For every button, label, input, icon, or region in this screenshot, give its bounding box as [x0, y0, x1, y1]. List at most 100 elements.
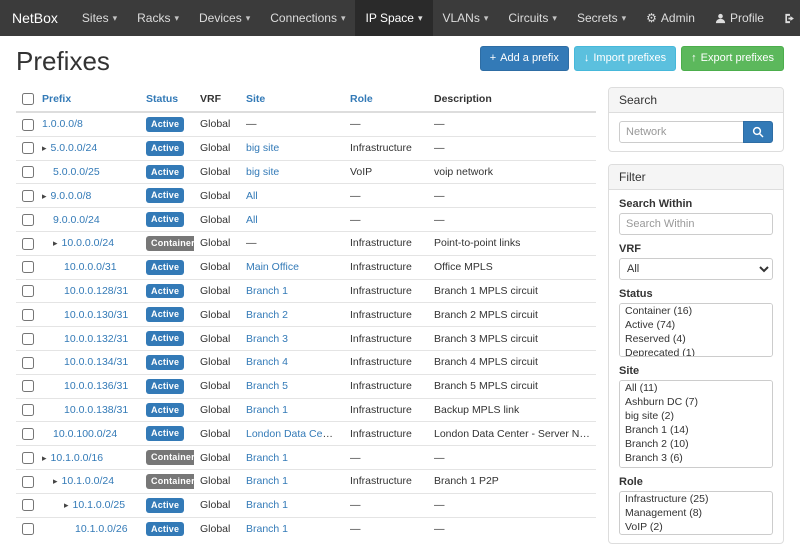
nav-item-sites[interactable]: Sites▾ [72, 0, 127, 36]
filter-option[interactable]: VoIP (2) [620, 520, 772, 534]
prefix-link[interactable]: 10.0.0.0/24 [62, 237, 115, 249]
row-checkbox[interactable] [22, 333, 34, 345]
filter-option[interactable]: Active (74) [620, 318, 772, 332]
column-header-status[interactable]: Status [140, 87, 194, 112]
app-logo[interactable]: NetBox [0, 0, 72, 36]
add-prefix-button[interactable]: + Add a prefix [480, 46, 569, 71]
status-filter-list[interactable]: Container (16)Active (74)Reserved (4)Dep… [619, 303, 773, 357]
nav-item-admin[interactable]: ⚙Admin [636, 0, 705, 36]
row-checkbox[interactable] [22, 238, 34, 250]
site-link[interactable]: Branch 1 [246, 523, 288, 535]
search-input[interactable] [619, 121, 744, 143]
filter-option[interactable]: All (11) [620, 381, 772, 395]
prefix-link[interactable]: 9.0.0.0/8 [51, 190, 92, 202]
prefix-link[interactable]: 9.0.0.0/24 [53, 214, 100, 226]
site-link[interactable]: Branch 5 [246, 380, 288, 392]
row-checkbox[interactable] [22, 357, 34, 369]
main-menu: Sites▾Racks▾Devices▾Connections▾IP Space… [72, 0, 636, 36]
site-link[interactable]: Branch 1 [246, 404, 288, 416]
row-checkbox[interactable] [22, 119, 34, 131]
prefix-link[interactable]: 10.0.0.138/31 [64, 404, 128, 416]
prefix-link[interactable]: 10.1.0.0/25 [73, 499, 126, 511]
column-sort-link[interactable]: Site [246, 93, 265, 105]
nav-item-racks[interactable]: Racks▾ [127, 0, 189, 36]
vrf-cell: Global [194, 517, 240, 540]
row-checkbox[interactable] [22, 452, 34, 464]
nav-item-vlans[interactable]: VLANs▾ [433, 0, 499, 36]
row-checkbox[interactable] [22, 166, 34, 178]
role-filter-list[interactable]: Infrastructure (25)Management (8)VoIP (2… [619, 491, 773, 535]
nav-item-ip-space[interactable]: IP Space▾ [355, 0, 432, 36]
site-link[interactable]: big site [246, 166, 279, 178]
filter-option[interactable]: Infrastructure (25) [620, 492, 772, 506]
filter-option[interactable]: big site (2) [620, 409, 772, 423]
row-checkbox[interactable] [22, 309, 34, 321]
filter-option[interactable]: Branch 2 (10) [620, 437, 772, 451]
nav-item-connections[interactable]: Connections▾ [260, 0, 355, 36]
site-link[interactable]: big site [246, 142, 279, 154]
prefix-link[interactable]: 5.0.0.0/24 [51, 142, 98, 154]
nav-item-log-out[interactable]: Log out [774, 0, 800, 36]
nav-item-circuits[interactable]: Circuits▾ [498, 0, 567, 36]
column-sort-link[interactable]: Prefix [42, 93, 71, 105]
row-checkbox[interactable] [22, 214, 34, 226]
filter-option[interactable]: Ashburn DC (7) [620, 395, 772, 409]
export-icon: ↑ [691, 53, 697, 64]
row-checkbox[interactable] [22, 428, 34, 440]
prefix-link[interactable]: 10.0.0.130/31 [64, 309, 128, 321]
prefix-link[interactable]: 10.0.0.134/31 [64, 356, 128, 368]
nav-item-profile[interactable]: Profile [705, 0, 774, 36]
filter-option[interactable]: Reserved (4) [620, 332, 772, 346]
filter-option[interactable]: Management (8) [620, 506, 772, 520]
row-checkbox[interactable] [22, 380, 34, 392]
site-link[interactable]: Branch 1 [246, 285, 288, 297]
row-checkbox[interactable] [22, 142, 34, 154]
column-sort-link[interactable]: Role [350, 93, 373, 105]
nav-item-devices[interactable]: Devices▾ [189, 0, 260, 36]
column-sort-link[interactable]: Status [146, 93, 178, 105]
prefix-link[interactable]: 10.0.0.0/31 [64, 261, 117, 273]
prefix-link[interactable]: 10.1.0.0/16 [51, 452, 104, 464]
search-within-input[interactable] [619, 213, 773, 235]
site-link[interactable]: Branch 2 [246, 309, 288, 321]
site-link[interactable]: All [246, 190, 258, 202]
site-link[interactable]: Main Office [246, 261, 299, 273]
search-button[interactable] [743, 121, 773, 143]
prefix-link[interactable]: 10.0.0.136/31 [64, 380, 128, 392]
column-header-role[interactable]: Role [344, 87, 428, 112]
row-checkbox[interactable] [22, 404, 34, 416]
prefix-link[interactable]: 5.0.0.0/25 [53, 166, 100, 178]
filter-option[interactable]: Branch 4 (12) [620, 465, 772, 468]
row-checkbox[interactable] [22, 190, 34, 202]
filter-option[interactable]: Container (16) [620, 304, 772, 318]
site-link[interactable]: Branch 1 [246, 499, 288, 511]
site-link[interactable]: Branch 3 [246, 333, 288, 345]
prefix-link[interactable]: 10.0.0.132/31 [64, 333, 128, 345]
prefix-link[interactable]: 10.1.0.0/24 [62, 475, 115, 487]
select-all-checkbox[interactable] [22, 93, 34, 105]
prefix-link[interactable]: 1.0.0.0/8 [42, 118, 83, 130]
filter-option[interactable]: Deprecated (1) [620, 346, 772, 357]
site-link[interactable]: Branch 4 [246, 356, 288, 368]
site-link[interactable]: Branch 1 [246, 452, 288, 464]
nav-item-secrets[interactable]: Secrets▾ [567, 0, 636, 36]
prefix-link[interactable]: 10.1.0.0/26 [75, 523, 128, 535]
filter-option[interactable]: Branch 3 (6) [620, 451, 772, 465]
import-prefixes-button[interactable]: ↓ Import prefixes [574, 46, 676, 71]
column-header-site[interactable]: Site [240, 87, 344, 112]
row-checkbox[interactable] [22, 476, 34, 488]
site-link[interactable]: London Data Center [246, 428, 341, 440]
row-checkbox[interactable] [22, 261, 34, 273]
row-checkbox[interactable] [22, 523, 34, 535]
column-header-prefix[interactable]: Prefix [36, 87, 140, 112]
export-prefixes-button[interactable]: ↑ Export prefixes [681, 46, 784, 71]
site-link[interactable]: Branch 1 [246, 475, 288, 487]
vrf-select[interactable]: All [619, 258, 773, 280]
site-link[interactable]: All [246, 214, 258, 226]
prefix-link[interactable]: 10.0.100.0/24 [53, 428, 117, 440]
row-checkbox[interactable] [22, 499, 34, 511]
prefix-link[interactable]: 10.0.0.128/31 [64, 285, 128, 297]
site-filter-list[interactable]: All (11)Ashburn DC (7)big site (2)Branch… [619, 380, 773, 468]
filter-option[interactable]: Branch 1 (14) [620, 423, 772, 437]
row-checkbox[interactable] [22, 285, 34, 297]
